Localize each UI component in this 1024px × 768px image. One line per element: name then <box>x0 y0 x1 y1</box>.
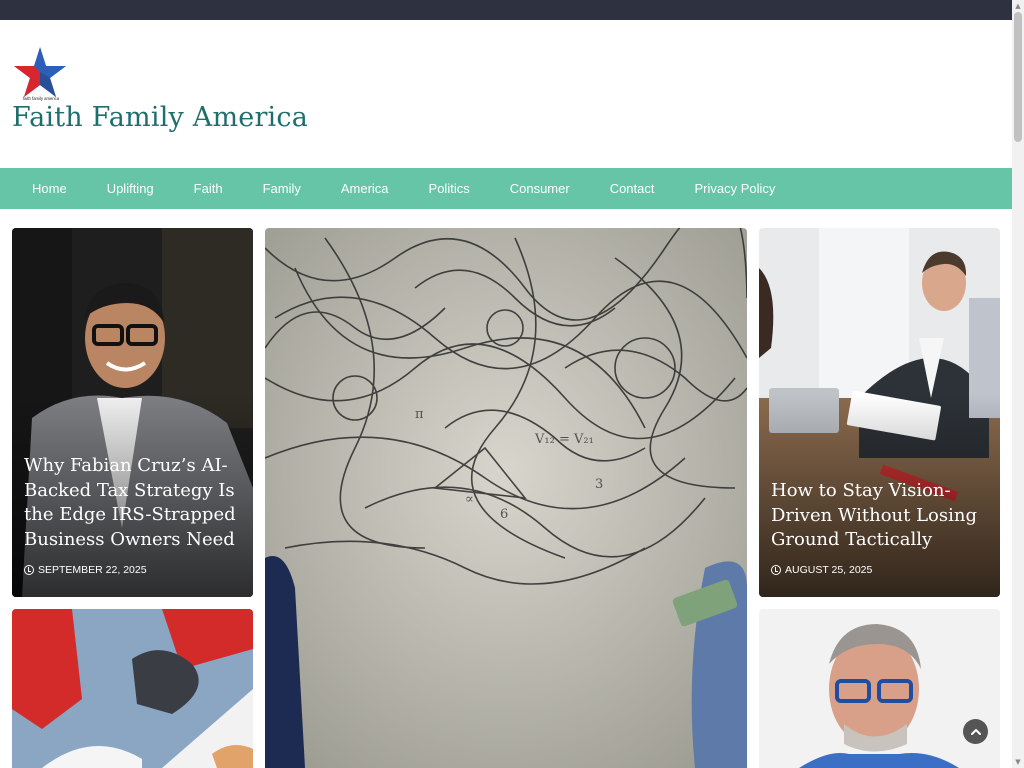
nav-family[interactable]: Family <box>243 181 321 196</box>
svg-text:V₁₂ = V₂₁: V₁₂ = V₂₁ <box>534 432 594 447</box>
nav-contact[interactable]: Contact <box>590 181 675 196</box>
post-card[interactable]: How to Stay Vision-Driven Without Losing… <box>759 228 1000 597</box>
post-title[interactable]: How to Stay Vision-Driven Without Losing… <box>771 479 988 553</box>
scrollbar-thumb[interactable] <box>1014 12 1022 142</box>
svg-text:3: 3 <box>595 477 603 492</box>
site-logo[interactable]: faith family america <box>12 44 70 102</box>
nav-politics[interactable]: Politics <box>409 181 490 196</box>
nav-uplifting[interactable]: Uplifting <box>87 181 174 196</box>
post-title[interactable]: Why Fabian Cruz’s AI-Backed Tax Strategy… <box>24 454 241 552</box>
post-card[interactable] <box>759 609 1000 768</box>
clock-icon <box>24 565 34 575</box>
post-date-text: AUGUST 25, 2025 <box>785 564 873 576</box>
chevron-up-icon <box>970 728 981 735</box>
back-to-top-button[interactable] <box>963 719 988 744</box>
nav-consumer[interactable]: Consumer <box>490 181 590 196</box>
man-blue-glasses-portrait-photo <box>759 609 1000 768</box>
red-sneakers-papers-photo <box>12 609 253 768</box>
scroll-down-arrow-icon[interactable]: ▼ <box>1012 756 1024 768</box>
clock-icon <box>771 565 781 575</box>
scroll-up-arrow-icon[interactable]: ▲ <box>1012 0 1024 12</box>
post-date-text: SEPTEMBER 22, 2025 <box>38 564 147 576</box>
nav-privacy-policy[interactable]: Privacy Policy <box>675 181 796 196</box>
logo-caption: faith family america <box>23 96 60 101</box>
top-bar <box>0 0 1012 20</box>
post-card-featured[interactable]: V₁₂ = V₂₁ ∝ 6 3 π <box>265 228 747 768</box>
nav-faith[interactable]: Faith <box>174 181 243 196</box>
post-card[interactable]: Why Fabian Cruz’s AI-Backed Tax Strategy… <box>12 228 253 597</box>
post-card[interactable] <box>12 609 253 768</box>
main-nav: Home Uplifting Faith Family America Poli… <box>0 168 1012 209</box>
post-date: AUGUST 25, 2025 <box>771 564 872 576</box>
post-date: SEPTEMBER 22, 2025 <box>24 564 147 576</box>
svg-text:∝: ∝ <box>465 492 474 507</box>
star-logo-icon: faith family america <box>14 47 66 101</box>
site-header: faith family america Faith Family Americ… <box>0 20 1012 168</box>
scribbled-equations-wall-photo: V₁₂ = V₂₁ ∝ 6 3 π <box>265 228 747 768</box>
svg-text:6: 6 <box>500 507 508 522</box>
nav-america[interactable]: America <box>321 181 409 196</box>
site-title[interactable]: Faith Family America <box>12 102 308 133</box>
svg-text:π: π <box>415 407 424 422</box>
nav-home[interactable]: Home <box>12 181 87 196</box>
